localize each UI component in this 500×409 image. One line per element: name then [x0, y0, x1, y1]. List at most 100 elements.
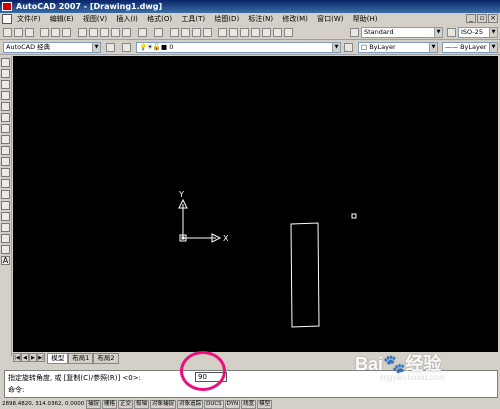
circle-icon[interactable]	[1, 124, 10, 133]
minimize-icon[interactable]: _	[466, 14, 476, 23]
workspace-settings-icon[interactable]	[106, 43, 115, 52]
print-icon[interactable]	[40, 28, 49, 37]
menu-help[interactable]: 帮助(H)	[350, 13, 381, 25]
ellipse-icon[interactable]	[1, 157, 10, 166]
dim-style-icon	[447, 28, 456, 37]
tool-palettes-icon[interactable]	[240, 28, 249, 37]
undo-icon[interactable]	[138, 28, 147, 37]
region-icon[interactable]	[1, 234, 10, 243]
linetype-value: ByLayer	[460, 43, 487, 51]
chevron-down-icon[interactable]: ▼	[489, 43, 497, 52]
toggle-ortho[interactable]: 正交	[118, 400, 134, 409]
menu-tools[interactable]: 工具(T)	[178, 13, 208, 25]
menu-dimension[interactable]: 标注(N)	[245, 13, 276, 25]
text-style-value: Standard	[364, 28, 394, 36]
zoom-previous-icon[interactable]	[203, 28, 212, 37]
construction-line-icon[interactable]	[1, 69, 10, 78]
next-tab-icon[interactable]: ▶	[29, 353, 37, 362]
menu-edit[interactable]: 编辑(E)	[47, 13, 77, 25]
rectangle-icon[interactable]	[1, 102, 10, 111]
sheet-set-icon[interactable]	[251, 28, 260, 37]
restore-icon[interactable]: ▫	[477, 14, 487, 23]
cut-icon[interactable]	[78, 28, 87, 37]
gradient-icon[interactable]	[1, 223, 10, 232]
zoom-realtime-icon[interactable]	[181, 28, 190, 37]
layer-select[interactable]: 💡☀🔓■ 0 ▼	[136, 42, 341, 53]
copy-icon[interactable]	[89, 28, 98, 37]
chevron-down-icon[interactable]: ▼	[429, 43, 437, 52]
publish-icon[interactable]	[62, 28, 71, 37]
tab-layout2[interactable]: 布局2	[93, 353, 119, 364]
preview-icon[interactable]	[51, 28, 60, 37]
layer-manager-icon[interactable]	[122, 43, 131, 52]
prev-tab-icon[interactable]: ◀	[21, 353, 29, 362]
polyline-icon[interactable]	[1, 80, 10, 89]
hatch-icon[interactable]	[1, 212, 10, 221]
ucs-y-label: Y	[178, 190, 184, 199]
calculator-icon[interactable]	[273, 28, 282, 37]
toggle-grid[interactable]: 栅格	[102, 400, 118, 409]
toggle-lineweight[interactable]: 线宽	[241, 400, 257, 409]
pan-icon[interactable]	[170, 28, 179, 37]
insert-block-icon[interactable]	[1, 179, 10, 188]
open-file-icon[interactable]	[14, 28, 23, 37]
new-file-icon[interactable]	[3, 28, 12, 37]
menu-view[interactable]: 视图(V)	[80, 13, 110, 25]
markup-icon[interactable]	[262, 28, 271, 37]
highlight-circle	[180, 351, 226, 391]
help-icon[interactable]	[284, 28, 293, 37]
menu-format[interactable]: 格式(O)	[144, 13, 175, 25]
coordinates-readout: 2898.4820, 314.0362, 0.0000	[2, 401, 85, 407]
spline-icon[interactable]	[1, 146, 10, 155]
first-tab-icon[interactable]: |◀	[13, 353, 21, 362]
arc-icon[interactable]	[1, 113, 10, 122]
properties-icon[interactable]	[218, 28, 227, 37]
dim-style-select[interactable]: ISO-25 ▼	[458, 27, 498, 38]
revision-cloud-icon[interactable]	[1, 135, 10, 144]
chevron-down-icon[interactable]: ▼	[92, 43, 100, 52]
redo-icon[interactable]	[154, 28, 163, 37]
color-select[interactable]: □ ByLayer ▼	[358, 42, 438, 53]
design-center-icon[interactable]	[229, 28, 238, 37]
menu-window[interactable]: 窗口(W)	[314, 13, 346, 25]
text-style-select[interactable]: Standard ▼	[361, 27, 443, 38]
last-tab-icon[interactable]: ▶|	[37, 353, 45, 362]
ellipse-arc-icon[interactable]	[1, 168, 10, 177]
save-icon[interactable]	[25, 28, 34, 37]
close-icon[interactable]: ×	[488, 14, 498, 23]
make-current-layer-icon[interactable]	[344, 43, 353, 52]
multiline-text-icon[interactable]: A	[1, 256, 10, 265]
toggle-model[interactable]: 模型	[257, 400, 273, 409]
drawing-area[interactable]: Y X	[13, 56, 498, 352]
zoom-window-icon[interactable]	[192, 28, 201, 37]
toggle-snap[interactable]: 捕捉	[85, 400, 101, 409]
menu-bar: 文件(F) 编辑(E) 视图(V) 插入(I) 格式(O) 工具(T) 绘图(D…	[0, 13, 500, 25]
menu-draw[interactable]: 绘图(D)	[211, 13, 242, 25]
chevron-down-icon[interactable]: ▼	[489, 28, 497, 37]
menu-file[interactable]: 文件(F)	[14, 13, 44, 25]
workspace-select[interactable]: AutoCAD 经典 ▼	[3, 42, 101, 53]
rotated-rectangle[interactable]	[290, 222, 320, 328]
drawing-canvas[interactable]: Y X	[13, 56, 498, 352]
make-block-icon[interactable]	[1, 190, 10, 199]
document-icon[interactable]	[2, 14, 12, 24]
tab-model[interactable]: 模型	[47, 353, 69, 364]
chevron-down-icon[interactable]: ▼	[434, 28, 442, 37]
menu-modify[interactable]: 修改(M)	[279, 13, 311, 25]
toggle-polar[interactable]: 极轴	[134, 400, 150, 409]
line-icon[interactable]	[1, 58, 10, 67]
match-properties-icon[interactable]	[111, 28, 120, 37]
point-icon[interactable]	[1, 201, 10, 210]
tab-layout1[interactable]: 布局1	[68, 353, 94, 364]
toggle-ducs[interactable]: DUCS	[204, 400, 224, 409]
toggle-dyn[interactable]: DYN	[224, 400, 241, 409]
linetype-select[interactable]: —— ByLayer ▼	[442, 42, 498, 53]
table-icon[interactable]	[1, 245, 10, 254]
toggle-otrack[interactable]: 对象追踪	[177, 400, 204, 409]
block-editor-icon[interactable]	[122, 28, 131, 37]
toggle-osnap[interactable]: 对象捕捉	[150, 400, 177, 409]
chevron-down-icon[interactable]: ▼	[332, 43, 340, 52]
paste-icon[interactable]	[100, 28, 109, 37]
polygon-icon[interactable]	[1, 91, 10, 100]
menu-insert[interactable]: 插入(I)	[113, 13, 141, 25]
